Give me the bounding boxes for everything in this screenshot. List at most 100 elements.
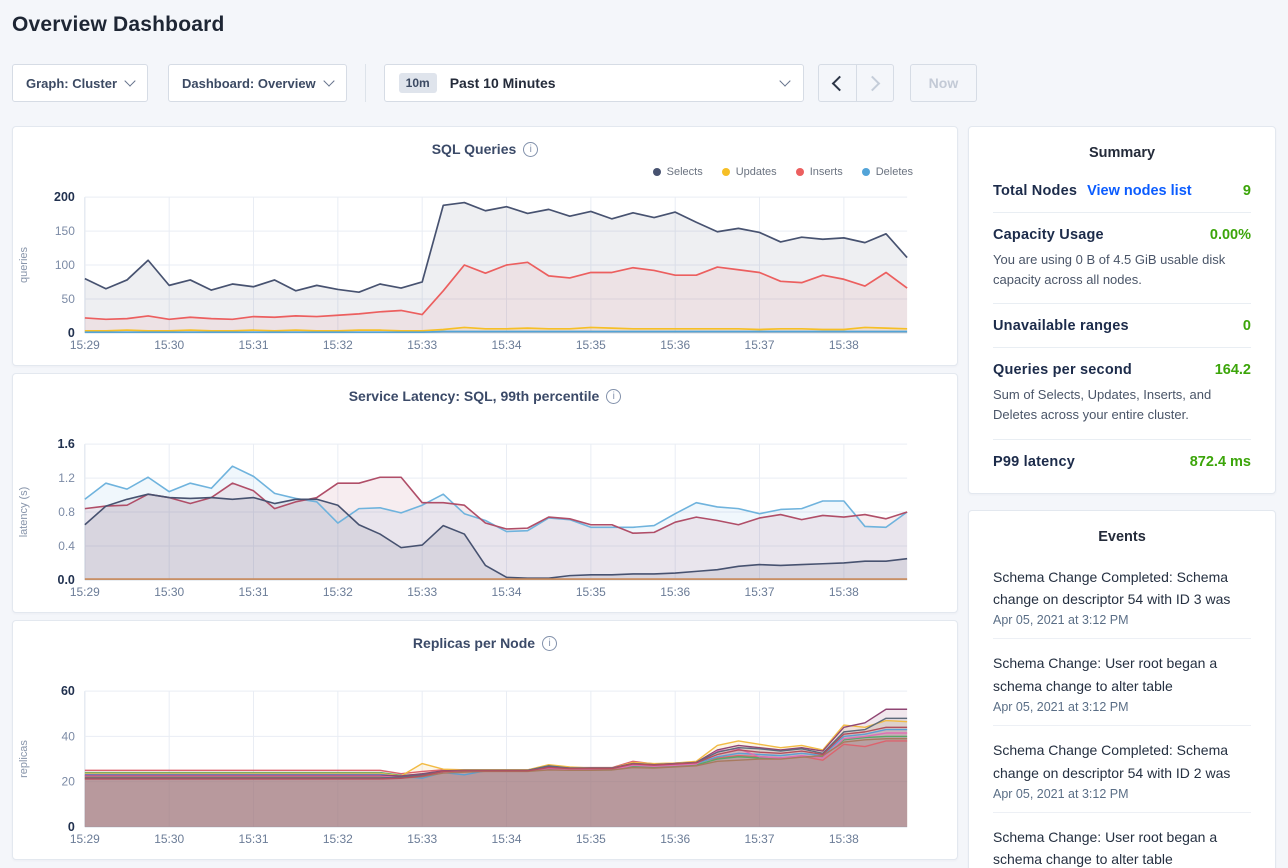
svg-text:20: 20 [62,775,76,789]
svg-text:50: 50 [62,292,76,306]
event-timestamp: Apr 05, 2021 at 3:12 PM [993,700,1251,714]
events-panel: Events Schema Change Completed: Schema c… [968,510,1276,868]
page-title: Overview Dashboard [12,13,1288,37]
svg-text:0.0: 0.0 [58,573,75,587]
summary-panel: Summary Total Nodes View nodes list 9 Ca… [968,126,1276,494]
summary-row-total-nodes: Total Nodes View nodes list 9 [993,169,1251,212]
legend-spacer [13,655,957,677]
time-range-arrows [818,64,894,102]
summary-value: 0.00% [1210,227,1251,243]
chart-title: SQL Queries [432,141,517,157]
svg-text:15:29: 15:29 [70,585,100,599]
svg-text:150: 150 [55,224,75,238]
summary-label: Queries per second [993,362,1132,378]
info-icon[interactable] [542,636,557,651]
dashboard-dropdown[interactable]: Dashboard: Overview [168,64,347,102]
service-latency-panel: Service Latency: SQL, 99th percentile 15… [12,373,958,613]
svg-text:15:30: 15:30 [154,585,184,599]
chevron-left-icon [831,75,847,91]
info-icon[interactable] [606,389,621,404]
chevron-down-icon [124,75,135,86]
svg-text:15:32: 15:32 [323,832,353,846]
svg-text:15:32: 15:32 [323,338,353,352]
svg-text:15:31: 15:31 [239,832,269,846]
service-latency-chart: 15:2915:3015:3115:3215:3315:3415:3515:36… [13,430,957,608]
svg-text:1.6: 1.6 [58,437,75,451]
event-timestamp: Apr 05, 2021 at 3:12 PM [993,787,1251,801]
svg-text:15:33: 15:33 [407,585,437,599]
svg-text:15:34: 15:34 [492,338,522,352]
svg-text:15:35: 15:35 [576,832,606,846]
svg-text:15:31: 15:31 [239,338,269,352]
info-icon[interactable] [523,142,538,157]
legend-label: Updates [736,166,777,178]
summary-value: 9 [1243,183,1251,199]
sql-queries-chart: 15:2915:3015:3115:3215:3315:3415:3515:36… [13,183,957,361]
time-range-label: Past 10 Minutes [450,75,781,91]
event-item: Schema Change: User root began a schema … [993,638,1251,725]
legend-label: Inserts [810,166,843,178]
replicas-chart: 15:2915:3015:3115:3215:3315:3415:3515:36… [13,677,957,855]
svg-text:0: 0 [68,326,75,340]
legend-item: Deletes [862,166,913,178]
svg-text:0: 0 [68,820,75,834]
svg-text:15:34: 15:34 [492,832,522,846]
chart-title: Replicas per Node [413,635,535,651]
charts-column: SQL Queries Selects Updates Inserts Dele… [12,126,958,860]
svg-text:15:37: 15:37 [745,585,775,599]
dashboard-controls: Graph: Cluster Dashboard: Overview 10m P… [12,64,1276,102]
chart-title: Service Latency: SQL, 99th percentile [349,388,600,404]
svg-text:replicas: replicas [18,740,30,778]
svg-text:200: 200 [54,190,75,204]
summary-title: Summary [993,145,1251,161]
svg-text:15:36: 15:36 [660,585,690,599]
svg-text:0.8: 0.8 [58,505,75,519]
dashboard-dropdown-label: Dashboard: Overview [182,76,316,91]
replicas-title-row: Replicas per Node [13,631,957,655]
prev-range-button[interactable] [819,65,856,101]
sidebar: Summary Total Nodes View nodes list 9 Ca… [968,126,1276,868]
chevron-down-icon [779,75,790,86]
next-range-button[interactable] [856,65,893,101]
legend-item: Updates [722,166,777,178]
event-message: Schema Change: User root began a schema … [993,652,1251,697]
svg-text:60: 60 [61,684,75,698]
svg-text:15:36: 15:36 [660,832,690,846]
legend-spacer [13,408,957,430]
graph-dropdown[interactable]: Graph: Cluster [12,64,148,102]
svg-text:40: 40 [62,729,76,743]
sql-queries-panel: SQL Queries Selects Updates Inserts Dele… [12,126,958,366]
svg-text:1.2: 1.2 [58,471,75,485]
summary-row-capacity: Capacity Usage 0.00% You are using 0 B o… [993,212,1251,303]
event-message: Schema Change: User root began a schema … [993,826,1251,868]
svg-text:0.4: 0.4 [58,539,75,553]
legend-label: Deletes [876,166,913,178]
svg-text:15:29: 15:29 [70,338,100,352]
service-latency-title-row: Service Latency: SQL, 99th percentile [13,384,957,408]
svg-text:15:31: 15:31 [239,585,269,599]
view-nodes-link[interactable]: View nodes list [1087,183,1192,199]
svg-text:15:37: 15:37 [745,338,775,352]
events-title: Events [993,529,1251,545]
event-item: Schema Change: User root began a schema … [993,812,1251,868]
chevron-right-icon [865,75,881,91]
summary-row-unavailable: Unavailable ranges 0 [993,303,1251,347]
legend-dot [653,168,661,176]
event-message: Schema Change Completed: Schema change o… [993,739,1251,784]
svg-text:15:34: 15:34 [492,585,522,599]
svg-text:15:29: 15:29 [70,832,100,846]
chevron-down-icon [323,75,334,86]
svg-text:15:38: 15:38 [829,585,859,599]
legend-dot [796,168,804,176]
overview-dashboard-page: Overview Dashboard Graph: Cluster Dashbo… [0,0,1288,868]
summary-description: Sum of Selects, Updates, Inserts, and De… [993,385,1251,425]
dashboard-content: SQL Queries Selects Updates Inserts Dele… [12,126,1276,868]
time-range-select[interactable]: 10m Past 10 Minutes [384,64,804,102]
svg-text:15:33: 15:33 [407,338,437,352]
svg-text:15:30: 15:30 [154,832,184,846]
summary-description: You are using 0 B of 4.5 GiB usable disk… [993,250,1251,290]
now-button[interactable]: Now [910,64,978,102]
legend-item: Inserts [796,166,843,178]
replicas-per-node-panel: Replicas per Node 15:29 15:30 15:31 15:32 15… [12,620,958,860]
summary-value: 164.2 [1215,362,1251,378]
